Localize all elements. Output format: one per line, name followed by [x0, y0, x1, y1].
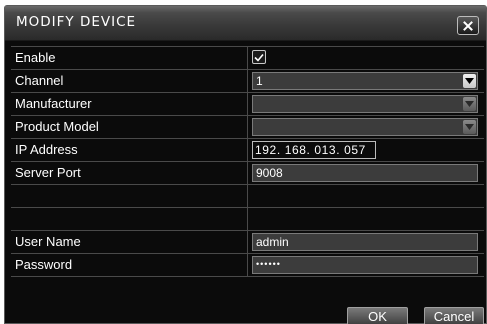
empty-value-cell [248, 185, 484, 207]
enable-checkbox[interactable] [252, 50, 266, 64]
ok-button[interactable]: OK [347, 307, 408, 324]
chevron-down-icon [465, 78, 474, 84]
user-name-label: User Name [11, 231, 248, 253]
row-password: Password •••••• [11, 254, 484, 277]
password-value-cell: •••••• [248, 254, 484, 276]
manufacturer-select[interactable] [252, 95, 478, 113]
dialog-title: MODIFY DEVICE [16, 14, 137, 30]
row-empty-1 [11, 185, 484, 208]
row-empty-2 [11, 208, 484, 231]
manufacturer-label: Manufacturer [11, 93, 248, 115]
manufacturer-value-cell [248, 93, 484, 115]
close-button[interactable] [457, 16, 479, 35]
row-ip-address: IP Address 192. 168. 013. 057 [11, 139, 484, 162]
manufacturer-dropdown-button[interactable] [463, 97, 476, 111]
row-manufacturer: Manufacturer [11, 93, 484, 116]
product-model-dropdown-button[interactable] [463, 120, 476, 134]
channel-label: Channel [11, 70, 248, 92]
empty-label-cell [11, 185, 248, 207]
password-input[interactable]: •••••• [252, 256, 478, 274]
product-model-value-cell [248, 116, 484, 138]
chevron-down-icon [465, 101, 474, 107]
channel-value-cell: 1 [248, 70, 484, 92]
checkmark-icon [254, 53, 264, 62]
device-settings-grid: Enable Channel 1 Manufacturer Product Mo… [11, 46, 484, 277]
product-model-select[interactable] [252, 118, 478, 136]
dialog-titlebar: MODIFY DEVICE [5, 6, 486, 41]
close-icon [463, 20, 473, 31]
channel-dropdown-button[interactable] [463, 74, 476, 88]
channel-selected-value: 1 [256, 74, 263, 88]
server-port-value-cell: 9008 [248, 162, 484, 184]
cancel-button[interactable]: Cancel [424, 307, 484, 324]
enable-value-cell [248, 47, 484, 69]
user-name-input[interactable]: admin [252, 233, 478, 251]
product-model-label: Product Model [11, 116, 248, 138]
user-name-value-cell: admin [248, 231, 484, 253]
row-user-name: User Name admin [11, 231, 484, 254]
ip-address-input[interactable]: 192. 168. 013. 057 [252, 141, 376, 159]
ip-address-value-cell: 192. 168. 013. 057 [248, 139, 484, 161]
server-port-label: Server Port [11, 162, 248, 184]
empty-label-cell [11, 208, 248, 230]
row-server-port: Server Port 9008 [11, 162, 484, 185]
ip-address-label: IP Address [11, 139, 248, 161]
chevron-down-icon [465, 124, 474, 130]
enable-label: Enable [11, 47, 248, 69]
channel-select[interactable]: 1 [252, 72, 478, 90]
row-channel: Channel 1 [11, 70, 484, 93]
password-label: Password [11, 254, 248, 276]
empty-value-cell [248, 208, 484, 230]
server-port-input[interactable]: 9008 [252, 164, 478, 182]
row-enable: Enable [11, 47, 484, 70]
row-product-model: Product Model [11, 116, 484, 139]
